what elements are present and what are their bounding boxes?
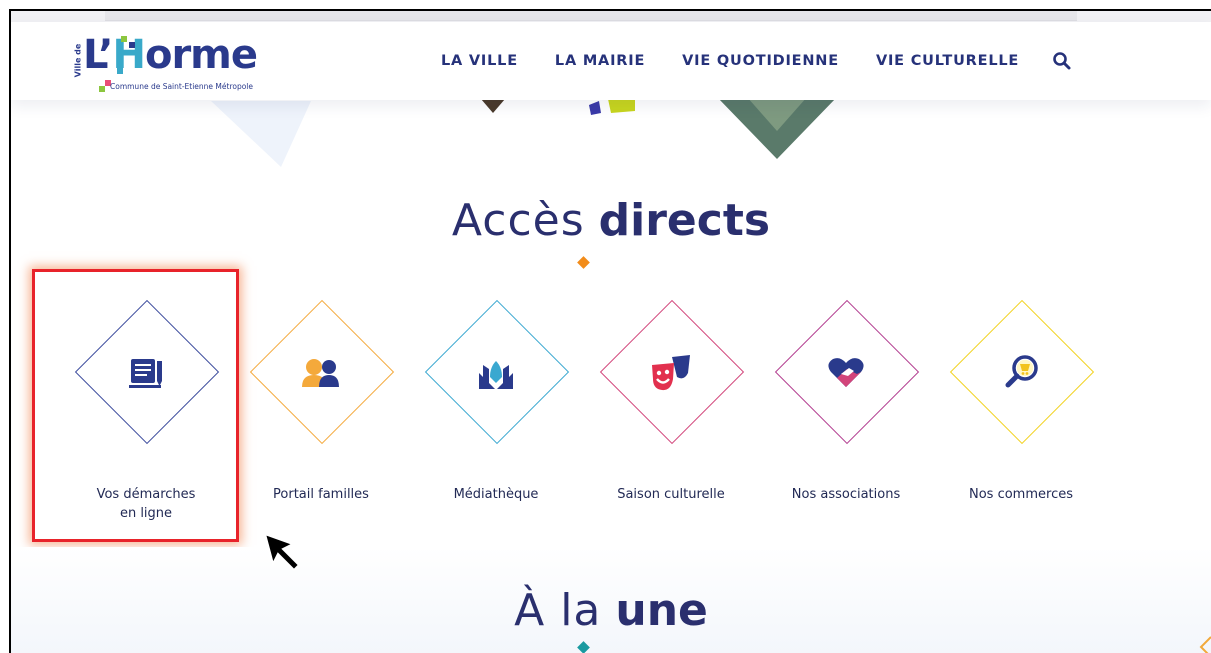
tile-label: Médiathèque bbox=[453, 487, 539, 502]
top-strip bbox=[11, 11, 1211, 22]
mouse-cursor-icon bbox=[263, 532, 301, 572]
site-logo[interactable]: Ville de L’Horme Commune de Saint-Etienn… bbox=[69, 28, 279, 100]
family-icon bbox=[302, 359, 339, 387]
theater-masks-icon bbox=[652, 355, 690, 391]
browser-viewport: Ville de L’Horme Commune de Saint-Etienn… bbox=[9, 9, 1211, 653]
tile-saison-culturelle[interactable]: Saison culturelle bbox=[584, 299, 758, 549]
logo-subtitle: Commune de Saint-Etienne Métropole bbox=[110, 82, 254, 91]
orange-diamond-divider bbox=[577, 256, 590, 269]
tile-label: Nos commerces bbox=[969, 487, 1073, 502]
book-icon bbox=[479, 361, 513, 389]
search-icon[interactable] bbox=[1052, 51, 1072, 71]
tile-label: Nos associations bbox=[791, 487, 901, 502]
tile-mediatheque[interactable]: Médiathèque bbox=[409, 299, 583, 549]
carousel-arrow-icon[interactable] bbox=[1199, 635, 1211, 653]
nav-la-ville[interactable]: LA VILLE bbox=[441, 53, 518, 69]
tile-portail-familles[interactable]: Portail familles bbox=[234, 299, 408, 549]
a-la-une-title: À la une bbox=[514, 585, 708, 636]
tile-nos-associations[interactable]: Nos associations bbox=[759, 299, 933, 549]
logo-name: L’Horme bbox=[83, 32, 258, 78]
highlight-box bbox=[32, 269, 239, 542]
nav-vie-culturelle[interactable]: VIE CULTURELLE bbox=[876, 53, 1019, 69]
heart-handshake-icon bbox=[828, 358, 864, 387]
nav-la-mairie[interactable]: LA MAIRIE bbox=[555, 53, 645, 69]
acces-directs-title: Accès directs bbox=[451, 195, 771, 246]
tile-label: Portail familles bbox=[273, 487, 369, 502]
tile-nos-commerces[interactable]: Nos commerces bbox=[934, 299, 1108, 549]
nav-vie-quotidienne[interactable]: VIE QUOTIDIENNE bbox=[682, 53, 839, 69]
shop-search-icon bbox=[1005, 355, 1038, 388]
tile-label: Saison culturelle bbox=[617, 487, 725, 502]
main-nav: LA VILLE LA MAIRIE VIE QUOTIDIENNE VIE C… bbox=[441, 22, 1072, 100]
site-header: Ville de L’Horme Commune de Saint-Etienn… bbox=[11, 22, 1211, 100]
decorative-shapes bbox=[211, 95, 837, 167]
logo-prefix: Ville de bbox=[73, 43, 83, 78]
